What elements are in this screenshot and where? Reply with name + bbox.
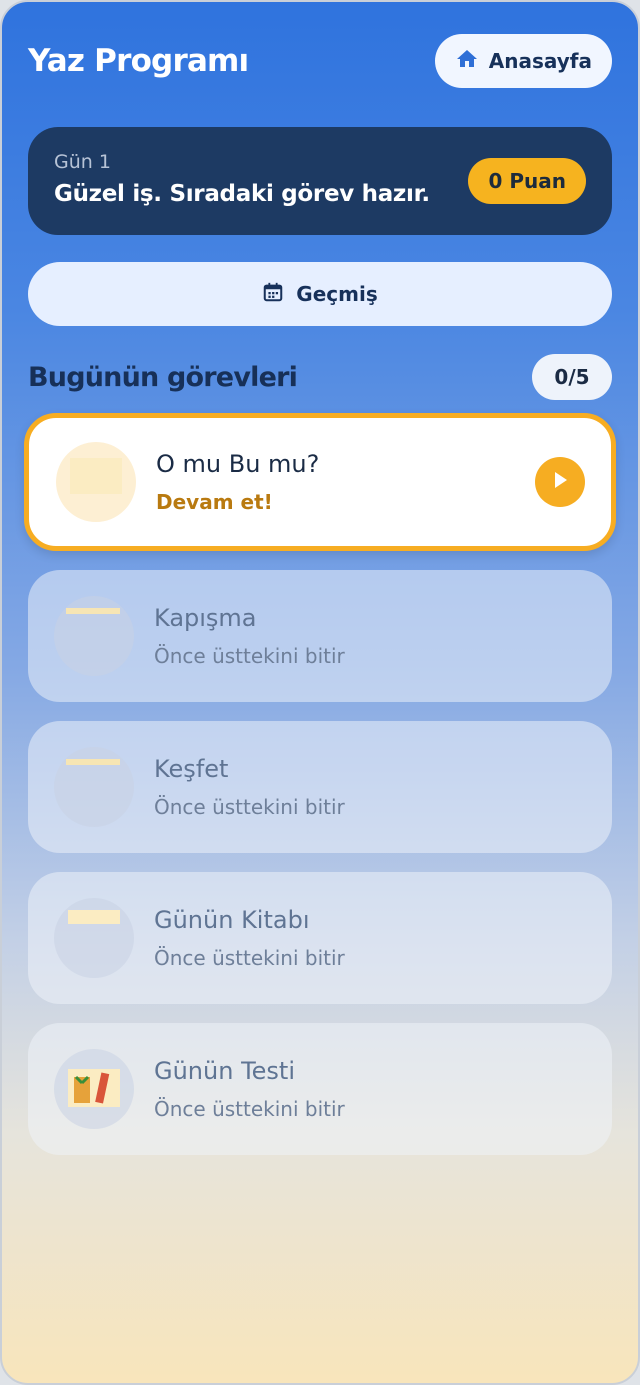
task-image (66, 608, 120, 614)
calendar-icon (262, 281, 284, 308)
task-thumbnail (56, 442, 136, 522)
task-title: Keşfet (154, 755, 229, 783)
task-subtitle: Önce üsttekini bitir (154, 1097, 345, 1121)
play-button[interactable] (535, 457, 585, 507)
task-text: Kapışma Önce üsttekini bitir (154, 604, 345, 668)
task-subtitle: Önce üsttekini bitir (154, 946, 345, 970)
task-thumbnail (54, 898, 134, 978)
section-header: Bugünün görevleri 0/5 (28, 353, 612, 401)
task-image (70, 458, 122, 494)
task-subtitle: Önce üsttekini bitir (154, 644, 345, 668)
history-button-label: Geçmiş (296, 282, 378, 306)
task-text: Keşfet Önce üsttekini bitir (154, 755, 345, 819)
home-button-label: Anasayfa (488, 49, 592, 73)
page-title: Yaz Programı (28, 43, 249, 79)
task-title: Günün Testi (154, 1057, 295, 1085)
app-screen: Yaz Programı Anasayfa Gün 1 Güzel iş. Sı… (0, 0, 640, 1385)
task-card-active[interactable]: O mu Bu mu? Devam et! (24, 413, 616, 551)
task-card-locked[interactable]: Kapışma Önce üsttekini bitir (28, 570, 612, 702)
task-thumbnail (54, 1049, 134, 1129)
task-text: Günün Kitabı Önce üsttekini bitir (154, 906, 345, 970)
day-summary-card: Gün 1 Güzel iş. Sıradaki görev hazır. 0 … (28, 127, 612, 235)
points-badge: 0 Puan (468, 158, 586, 204)
task-card-locked[interactable]: Günün Kitabı Önce üsttekini bitir (28, 872, 612, 1004)
section-title: Bugünün görevleri (28, 361, 298, 393)
task-image (68, 1069, 120, 1107)
home-button[interactable]: Anasayfa (434, 34, 612, 88)
task-text: O mu Bu mu? Devam et! (156, 450, 319, 514)
play-icon (550, 470, 570, 494)
task-thumbnail (54, 747, 134, 827)
task-subtitle: Önce üsttekini bitir (154, 795, 345, 819)
history-button[interactable]: Geçmiş (28, 262, 612, 326)
progress-badge: 0/5 (532, 354, 612, 400)
task-title: Günün Kitabı (154, 906, 310, 934)
task-title: O mu Bu mu? (156, 450, 320, 478)
task-image (68, 910, 120, 924)
task-card-locked[interactable]: Günün Testi Önce üsttekini bitir (28, 1023, 612, 1155)
task-image (66, 759, 120, 765)
task-subtitle: Devam et! (156, 490, 273, 514)
task-title: Kapışma (154, 604, 257, 632)
home-icon (455, 47, 479, 76)
task-text: Günün Testi Önce üsttekini bitir (154, 1057, 345, 1121)
header: Yaz Programı Anasayfa (28, 32, 612, 90)
task-card-locked[interactable]: Keşfet Önce üsttekini bitir (28, 721, 612, 853)
task-thumbnail (54, 596, 134, 676)
